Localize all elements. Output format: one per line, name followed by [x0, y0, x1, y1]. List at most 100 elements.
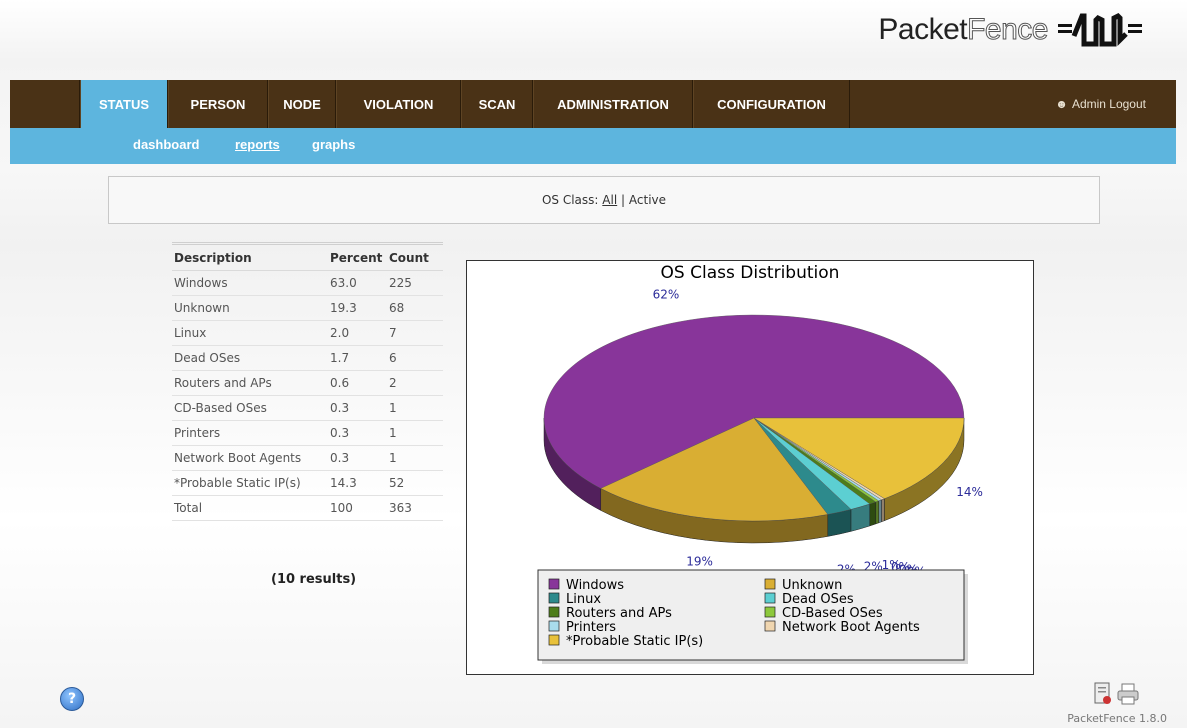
- table-header-row: Description Percent Count: [172, 243, 443, 271]
- cell-description: Windows: [172, 270, 328, 296]
- subnav-graphs[interactable]: graphs: [312, 137, 355, 152]
- legend-label-6: Printers: [566, 620, 616, 635]
- pie-label-0: 62%: [653, 287, 680, 301]
- cell-count: 52: [387, 470, 443, 496]
- help-icon[interactable]: ?: [60, 687, 84, 711]
- legend-label-3: Dead OSes: [782, 592, 854, 607]
- legend-swatch-7: [764, 620, 776, 632]
- footer-tools: [1092, 682, 1140, 706]
- pie-side-4: [869, 501, 877, 527]
- brand-name-dark: Packet: [878, 13, 968, 46]
- user-icon: ☻: [1055, 97, 1068, 111]
- cell-count: 363: [387, 495, 443, 521]
- os-class-report-table: Description Percent Count Windows 63.0 225…: [172, 242, 443, 521]
- cell-description: Routers and APs: [172, 370, 328, 396]
- header-percent: Percent: [328, 243, 387, 271]
- cell-description: Printers: [172, 420, 328, 446]
- cell-count: 225: [387, 270, 443, 296]
- table-row: Network Boot Agents 0.3 1: [172, 445, 443, 471]
- cell-description: Network Boot Agents: [172, 445, 328, 471]
- legend-swatch-0: [548, 578, 560, 590]
- main-navigation: STATUS PERSON NODE VIOLATION SCAN ADMINI…: [10, 80, 1176, 128]
- help-symbol: ?: [67, 691, 77, 707]
- cell-percent: 0.6: [328, 370, 387, 396]
- os-class-filter: OS Class: All | Active: [108, 176, 1100, 224]
- version-label: PacketFence 1.8.0: [1067, 712, 1167, 725]
- cell-description: Linux: [172, 320, 328, 346]
- legend-swatch-1: [764, 578, 776, 590]
- legend-label-1: Unknown: [782, 578, 842, 593]
- cell-percent: 0.3: [328, 445, 387, 471]
- admin-logout-label: Admin Logout: [1071, 97, 1146, 111]
- pie-label-8: 14%: [956, 485, 983, 499]
- table-row: CD-Based OSes 0.3 1: [172, 395, 443, 421]
- cell-description: Unknown: [172, 295, 328, 321]
- table-row: Routers and APs 0.6 2: [172, 370, 443, 396]
- legend-label-0: Windows: [566, 578, 624, 593]
- export-icon[interactable]: [1092, 682, 1114, 706]
- filter-all-link[interactable]: All: [602, 193, 617, 207]
- legend-swatch-2: [548, 592, 560, 604]
- cell-count: 6: [387, 345, 443, 371]
- legend-label-5: CD-Based OSes: [782, 606, 883, 621]
- tab-person[interactable]: PERSON: [168, 80, 268, 128]
- tab-scan[interactable]: SCAN: [461, 80, 533, 128]
- cell-percent: 14.3: [328, 470, 387, 496]
- brand-logo-icon: [1058, 12, 1142, 47]
- cell-description: Dead OSes: [172, 345, 328, 371]
- tab-violation[interactable]: VIOLATION: [336, 80, 461, 128]
- cell-percent: 1.7: [328, 345, 387, 371]
- legend-label-8: *Probable Static IP(s): [566, 634, 703, 649]
- table-row-total: Total 100 363: [172, 495, 443, 521]
- subnav-dashboard[interactable]: dashboard: [133, 137, 199, 152]
- cell-percent: 0.3: [328, 420, 387, 446]
- cell-percent: 19.3: [328, 295, 387, 321]
- pie-chart: OS Class Distribution62%19%2%2%1%0%0%0%1…: [537, 263, 983, 664]
- header-count: Count: [387, 243, 443, 271]
- legend-label-7: Network Boot Agents: [782, 620, 920, 635]
- chart-legend: Windows Unknown Linux Dead OSes Routers and …: [537, 569, 968, 664]
- pie-side-5: [875, 500, 880, 525]
- tab-node[interactable]: NODE: [268, 80, 336, 128]
- legend-swatch-5: [764, 606, 776, 618]
- legend-label-2: Linux: [566, 592, 601, 607]
- legend-swatch-3: [764, 592, 776, 604]
- cell-description: CD-Based OSes: [172, 395, 328, 421]
- cell-description: *Probable Static IP(s): [172, 470, 328, 496]
- cell-percent: 2.0: [328, 320, 387, 346]
- cell-count: 1: [387, 445, 443, 471]
- chart-title: OS Class Distribution: [661, 263, 840, 283]
- admin-logout-link[interactable]: ☻ Admin Logout: [1055, 80, 1146, 128]
- brand-name: PacketFence: [878, 13, 1049, 47]
- print-icon[interactable]: [1116, 682, 1140, 706]
- os-class-chart: OS Class Distribution62%19%2%2%1%0%0%0%1…: [466, 260, 1034, 675]
- results-count: (10 results): [271, 572, 357, 587]
- pie-side-7: [881, 498, 885, 523]
- cell-count: 2: [387, 370, 443, 396]
- pie-label-1: 19%: [686, 554, 713, 568]
- pie-slices: [543, 314, 965, 522]
- tab-configuration[interactable]: CONFIGURATION: [693, 80, 850, 128]
- legend-swatch-8: [548, 634, 560, 646]
- table-row: Windows 63.0 225: [172, 270, 443, 296]
- table-row: Unknown 19.3 68: [172, 295, 443, 321]
- packetfence-logo: PacketFence: [878, 10, 1142, 50]
- brand-name-light: Fence: [967, 13, 1049, 47]
- table-row: Dead OSes 1.7 6: [172, 345, 443, 371]
- table-row: Printers 0.3 1: [172, 420, 443, 446]
- filter-active-link[interactable]: Active: [629, 193, 666, 207]
- legend-label-4: Routers and APs: [566, 606, 672, 621]
- cell-count: 7: [387, 320, 443, 346]
- header-description: Description: [172, 243, 328, 271]
- legend-swatch-6: [548, 620, 560, 632]
- cell-percent: 100: [328, 495, 387, 521]
- subnav-reports[interactable]: reports: [235, 137, 280, 152]
- tab-administration[interactable]: ADMINISTRATION: [533, 80, 693, 128]
- nav-spacer: [10, 80, 80, 128]
- tab-status[interactable]: STATUS: [80, 80, 168, 128]
- sub-navigation: dashboard reports graphs: [10, 128, 1176, 164]
- cell-count: 1: [387, 420, 443, 446]
- cell-percent: 0.3: [328, 395, 387, 421]
- legend-swatch-4: [548, 606, 560, 618]
- filter-separator: |: [621, 193, 626, 207]
